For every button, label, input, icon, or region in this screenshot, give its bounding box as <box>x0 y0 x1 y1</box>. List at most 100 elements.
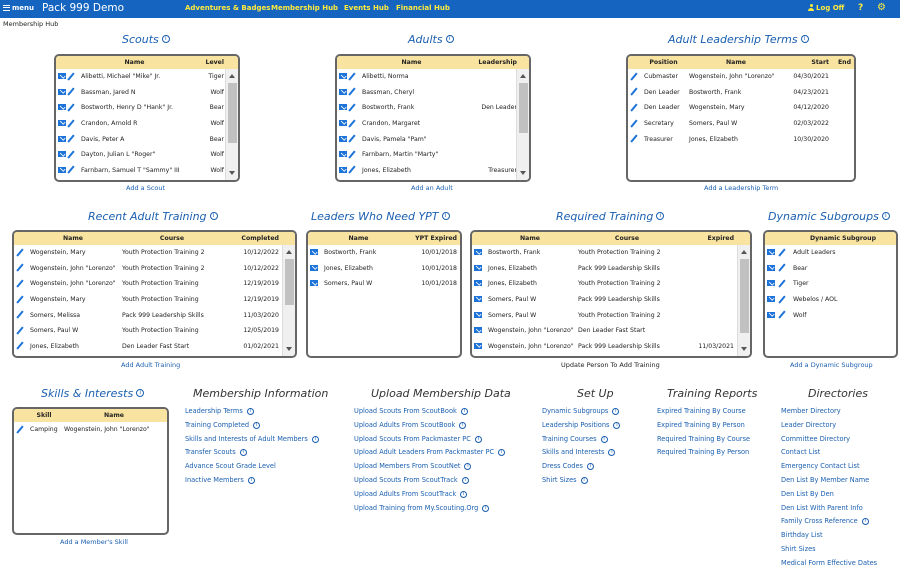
col-header-name[interactable]: Name <box>78 56 191 69</box>
envelope-icon[interactable] <box>767 264 775 271</box>
scroll-thumb[interactable] <box>740 259 749 333</box>
link-item[interactable]: Upload Members From ScoutNet i <box>354 460 505 474</box>
link-item[interactable]: Upload Adult Leaders From Packmaster PC i <box>354 446 506 460</box>
scroll-down-icon[interactable] <box>741 347 747 351</box>
link-label[interactable]: Shirt Sizes <box>781 545 816 553</box>
menu-button[interactable]: menu <box>3 4 34 12</box>
info-icon[interactable]: i <box>861 518 869 526</box>
link-label[interactable]: Upload Adult Leaders From Packmaster PC <box>354 448 494 456</box>
link-label[interactable]: Upload Scouts From ScoutBook <box>354 407 457 415</box>
envelope-icon[interactable] <box>767 296 775 303</box>
info-icon[interactable]: i <box>246 408 254 415</box>
link-label[interactable]: Family Cross Reference <box>781 517 858 525</box>
nav-financial-hub[interactable]: Financial Hub <box>396 4 450 12</box>
col-header-completed[interactable]: Completed <box>225 232 282 245</box>
envelope-icon[interactable] <box>474 296 482 303</box>
pencil-icon[interactable] <box>67 151 75 159</box>
envelope-icon[interactable] <box>58 151 66 158</box>
pencil-icon[interactable] <box>348 73 356 81</box>
table-row[interactable]: Jones, Elizabeth Pack 999 Leadership Skil… <box>472 261 750 277</box>
link-item[interactable]: Shirt Sizes i <box>542 474 620 488</box>
link-label[interactable]: Committee Directory <box>781 435 850 443</box>
table-row[interactable]: Bostworth, Frank Den Leader <box>337 100 529 116</box>
table-row[interactable]: Bassman, Cheryl <box>337 85 529 101</box>
scroll-down-icon[interactable] <box>229 171 235 175</box>
link-label[interactable]: Birthday List <box>781 531 823 539</box>
col-header-name[interactable]: Name <box>359 56 464 69</box>
pencil-icon[interactable] <box>16 327 24 335</box>
scroll-thumb[interactable] <box>228 83 237 143</box>
col-header-level[interactable]: Level <box>191 56 227 69</box>
envelope-icon[interactable] <box>474 327 482 334</box>
pencil-icon[interactable] <box>630 135 638 143</box>
add-subgroup-link[interactable]: Add a Dynamic Subgroup <box>790 361 873 369</box>
link-label[interactable]: Expired Training By Person <box>657 421 745 429</box>
link-label[interactable]: Inactive Members <box>185 476 244 484</box>
app-title[interactable]: Pack 999 Demo <box>42 2 124 14</box>
scroll-up-icon[interactable] <box>741 250 747 254</box>
info-icon[interactable]: i <box>580 476 588 484</box>
table-row[interactable]: Wogenstein, Mary Youth Protection Trainin… <box>14 245 295 261</box>
link-item[interactable]: Inactive Members i <box>185 474 319 488</box>
envelope-icon[interactable] <box>58 88 66 95</box>
link-label[interactable]: Leadership Terms <box>185 407 243 415</box>
scroll-up-icon[interactable] <box>286 250 292 254</box>
link-label[interactable]: Upload Adults From ScoutTrack <box>354 490 456 498</box>
link-label[interactable]: Leadership Positions <box>542 421 609 429</box>
info-icon[interactable]: i <box>253 421 261 429</box>
table-row[interactable]: Webelos / AOL <box>765 292 896 308</box>
table-row[interactable]: Wogenstein, John "Lorenzo" Pack 999 Leade… <box>472 339 750 355</box>
pencil-icon[interactable] <box>630 119 638 127</box>
link-label[interactable]: Skills and Interests of Adult Members <box>185 435 308 443</box>
col-header-start[interactable]: Start <box>786 56 832 69</box>
table-row[interactable]: Dayton, Julian L "Roger" Wolf <box>56 147 238 163</box>
scroll-down-icon[interactable] <box>520 171 526 175</box>
info-icon[interactable]: i <box>136 389 145 397</box>
scroll-thumb[interactable] <box>519 83 528 133</box>
pencil-icon[interactable] <box>778 280 786 288</box>
info-icon[interactable]: i <box>239 449 247 457</box>
nav-events-hub[interactable]: Events Hub <box>344 4 389 12</box>
info-icon[interactable]: i <box>608 449 616 457</box>
link-label[interactable]: Den List By Den <box>781 490 834 498</box>
link-label[interactable]: Upload Scouts From ScoutTrack <box>354 476 458 484</box>
info-icon[interactable]: i <box>482 504 490 512</box>
envelope-icon[interactable] <box>58 73 66 80</box>
add-skill-link[interactable]: Add a Member's Skill <box>60 538 128 546</box>
envelope-icon[interactable] <box>474 311 482 318</box>
col-header-name[interactable]: Name <box>27 232 119 245</box>
link-label[interactable]: Required Training By Person <box>657 448 749 456</box>
info-icon[interactable]: i <box>161 35 170 43</box>
info-icon[interactable]: i <box>600 435 608 443</box>
table-row[interactable]: Somers, Paul W Youth Protection Training 1… <box>14 323 295 339</box>
scrollbar[interactable] <box>516 69 529 180</box>
pencil-icon[interactable] <box>778 295 786 303</box>
link-label[interactable]: Upload Scouts From Packmaster PC <box>354 435 471 443</box>
info-icon[interactable]: i <box>460 408 468 415</box>
add-scout-link[interactable]: Add a Scout <box>126 184 165 192</box>
pencil-icon[interactable] <box>67 166 75 174</box>
col-header-ypt-expired[interactable]: YPT Expired <box>396 232 460 245</box>
pencil-icon[interactable] <box>348 166 356 174</box>
link-item[interactable]: Upload Scouts From ScoutTrack i <box>354 474 505 488</box>
link-item[interactable]: Family Cross Reference i <box>781 515 877 529</box>
info-icon[interactable]: i <box>461 476 469 484</box>
link-label[interactable]: Expired Training By Course <box>657 407 746 415</box>
link-label[interactable]: Contact List <box>781 448 820 456</box>
link-label[interactable]: Upload Members From ScoutNet <box>354 462 460 470</box>
table-row[interactable]: Bostworth, Frank Youth Protection Trainin… <box>472 245 750 261</box>
pencil-icon[interactable] <box>67 73 75 81</box>
col-header-course[interactable]: Course <box>575 232 679 245</box>
info-icon[interactable]: i <box>586 463 594 471</box>
log-off-button[interactable]: Log Off <box>808 4 844 12</box>
link-label[interactable]: Advance Scout Grade Level <box>185 462 276 470</box>
pencil-icon[interactable] <box>778 249 786 257</box>
link-item[interactable]: Leader Directory <box>781 419 877 433</box>
table-row[interactable]: Adult Leaders <box>765 245 896 261</box>
link-label[interactable]: Dynamic Subgroups <box>542 407 608 415</box>
col-header-name[interactable]: Name <box>686 56 786 69</box>
scroll-thumb[interactable] <box>285 259 294 305</box>
add-term-link[interactable]: Add a Leadership Term <box>704 184 778 192</box>
link-label[interactable]: Member Directory <box>781 407 841 415</box>
pencil-icon[interactable] <box>67 88 75 96</box>
